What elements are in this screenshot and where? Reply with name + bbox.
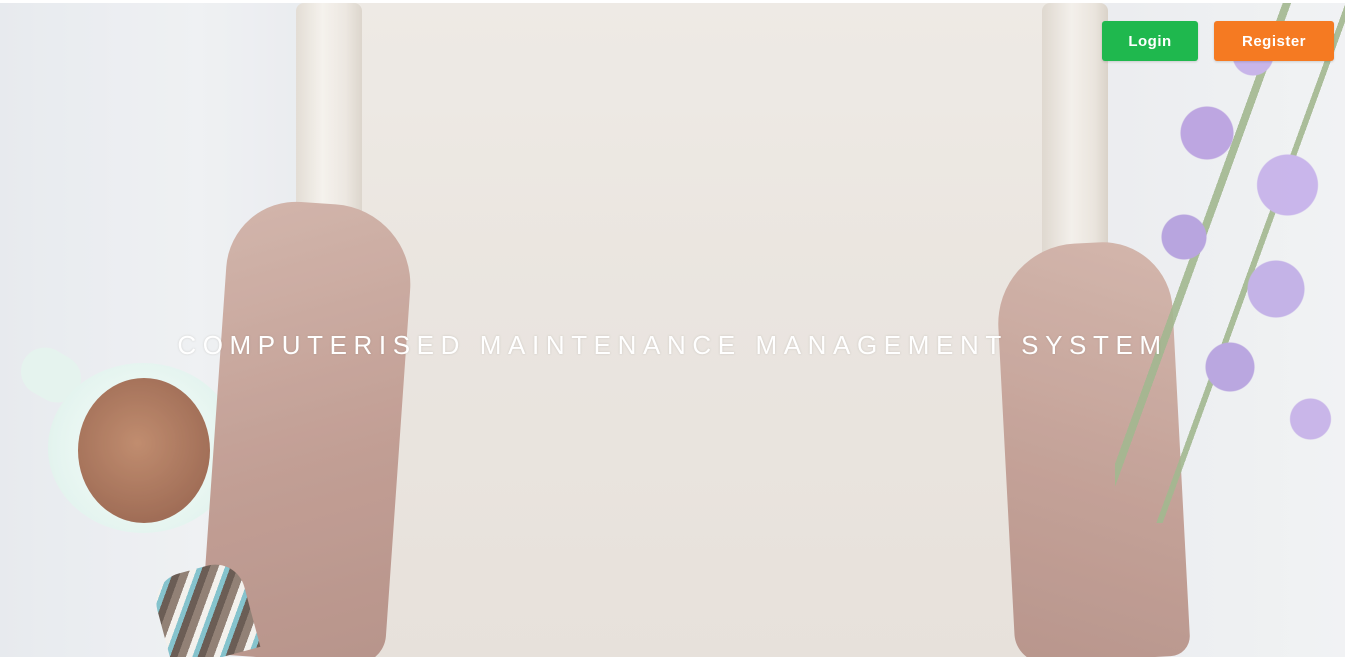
page-title: COMPUTERISED MAINTENANCE MANAGEMENT SYST… xyxy=(177,330,1168,360)
register-button[interactable]: Register xyxy=(1214,21,1334,61)
hero-section: Login Register COMPUTERISED MAINTENANCE … xyxy=(0,0,1345,657)
auth-buttons: Login Register xyxy=(1102,21,1334,61)
login-button[interactable]: Login xyxy=(1102,21,1198,61)
